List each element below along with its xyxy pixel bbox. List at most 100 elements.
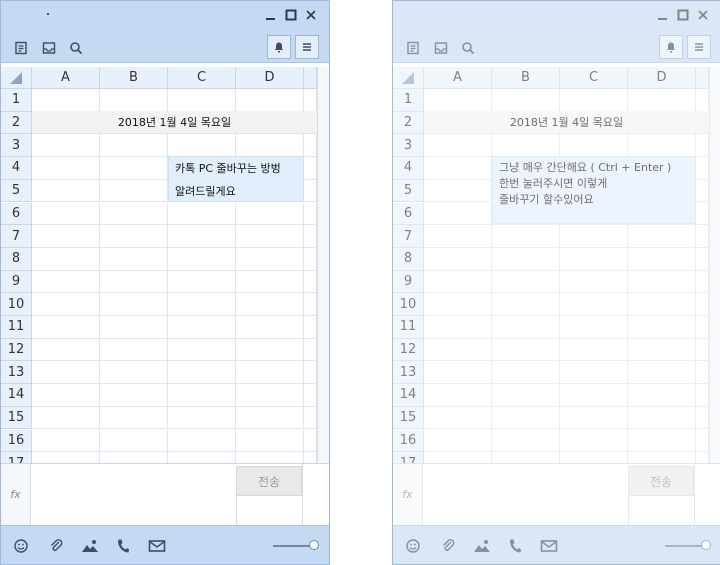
row-header[interactable]: 17 xyxy=(1,452,32,463)
grid-cell[interactable] xyxy=(100,452,168,463)
row-header[interactable]: 15 xyxy=(1,406,32,430)
grid-cell[interactable] xyxy=(628,452,696,463)
column-header-c[interactable]: C xyxy=(168,67,236,89)
grid-cell[interactable] xyxy=(236,202,304,226)
grid-cell[interactable] xyxy=(32,452,100,463)
row-header[interactable]: 12 xyxy=(393,338,424,362)
grid-cell[interactable] xyxy=(696,247,709,271)
row-header[interactable]: 14 xyxy=(1,384,32,407)
image-icon[interactable] xyxy=(472,536,492,556)
grid-cell[interactable] xyxy=(168,384,236,407)
vertical-scrollbar[interactable] xyxy=(709,67,720,463)
grid-cell[interactable] xyxy=(696,293,709,316)
grid-cell[interactable] xyxy=(696,406,709,430)
grid-cell[interactable] xyxy=(424,157,492,180)
minimize-icon[interactable] xyxy=(262,9,280,27)
grid-cell[interactable] xyxy=(560,316,628,339)
grid-cell[interactable] xyxy=(168,338,236,362)
grid-cell[interactable] xyxy=(560,89,628,112)
row-header[interactable]: 6 xyxy=(1,202,32,226)
inbox-icon[interactable] xyxy=(431,38,451,58)
grid-cell[interactable] xyxy=(236,406,304,430)
grid-cell[interactable] xyxy=(100,270,168,294)
grid-cell[interactable] xyxy=(696,134,709,158)
corner-header[interactable] xyxy=(1,67,32,89)
grid-cell[interactable] xyxy=(492,361,560,385)
grid-cell[interactable] xyxy=(560,134,628,158)
grid-cell[interactable] xyxy=(560,293,628,316)
send-button[interactable]: 전송 xyxy=(628,466,694,496)
grid-cell[interactable] xyxy=(560,406,628,430)
grid-cell[interactable] xyxy=(304,452,317,463)
grid-cell[interactable] xyxy=(100,247,168,271)
grid-cell[interactable] xyxy=(424,452,492,463)
date-cell[interactable]: 2018년 1월 4일 목요일 xyxy=(424,111,709,134)
grid-cell[interactable] xyxy=(168,247,236,271)
grid-cell[interactable] xyxy=(304,225,317,248)
grid-cell[interactable] xyxy=(236,316,304,339)
grid-cell[interactable] xyxy=(236,429,304,453)
grid-cell[interactable] xyxy=(32,225,100,248)
search-icon[interactable] xyxy=(66,38,86,58)
grid-cell[interactable] xyxy=(560,270,628,294)
minimize-icon[interactable] xyxy=(654,9,672,27)
grid-cell[interactable] xyxy=(424,293,492,316)
emoji-icon[interactable] xyxy=(403,536,423,556)
grid-cell[interactable] xyxy=(560,247,628,271)
grid-cell[interactable] xyxy=(696,338,709,362)
grid-cell[interactable] xyxy=(628,361,696,385)
grid-cell[interactable] xyxy=(100,225,168,248)
grid-cell[interactable] xyxy=(628,384,696,407)
row-header[interactable]: 11 xyxy=(1,316,32,339)
grid-cell[interactable] xyxy=(168,225,236,248)
maximize-icon[interactable] xyxy=(674,9,692,27)
row-header[interactable]: 9 xyxy=(393,270,424,294)
grid-cell[interactable] xyxy=(100,429,168,453)
grid-cell[interactable] xyxy=(628,270,696,294)
grid-cell[interactable] xyxy=(492,247,560,271)
corner-header[interactable] xyxy=(393,67,424,89)
grid-cell[interactable] xyxy=(236,225,304,248)
grid-cell[interactable] xyxy=(32,157,100,180)
grid-cell[interactable] xyxy=(32,361,100,385)
row-header[interactable]: 13 xyxy=(1,361,32,385)
row-header[interactable]: 15 xyxy=(393,406,424,430)
grid-cell[interactable] xyxy=(696,225,709,248)
menu-icon[interactable] xyxy=(295,35,319,59)
column-header-a[interactable]: A xyxy=(32,67,100,89)
close-icon[interactable] xyxy=(694,9,712,27)
notes-icon[interactable] xyxy=(403,38,423,58)
grid-cell[interactable] xyxy=(424,89,492,112)
grid-cell[interactable] xyxy=(32,316,100,339)
grid-cell[interactable] xyxy=(424,406,492,430)
grid-cell[interactable] xyxy=(304,270,317,294)
grid-cell[interactable] xyxy=(560,429,628,453)
grid-cell[interactable] xyxy=(168,293,236,316)
grid-cell[interactable] xyxy=(236,134,304,158)
send-button[interactable]: 전송 xyxy=(236,466,302,496)
date-cell[interactable]: 2018년 1월 4일 목요일 xyxy=(32,111,317,134)
grid-cell[interactable] xyxy=(236,293,304,316)
grid-cell[interactable] xyxy=(304,338,317,362)
grid-cell[interactable] xyxy=(304,406,317,430)
row-header[interactable]: 12 xyxy=(1,338,32,362)
grid-cell[interactable] xyxy=(628,406,696,430)
grid-cell[interactable] xyxy=(236,384,304,407)
grid-cell[interactable] xyxy=(424,316,492,339)
grid-cell[interactable] xyxy=(168,316,236,339)
grid-cell[interactable] xyxy=(304,384,317,407)
row-header[interactable]: 16 xyxy=(1,429,32,453)
zoom-slider[interactable] xyxy=(273,545,313,547)
grid-cell[interactable] xyxy=(696,361,709,385)
row-header[interactable]: 16 xyxy=(393,429,424,453)
row-header[interactable]: 10 xyxy=(393,293,424,316)
grid-cell[interactable] xyxy=(492,338,560,362)
row-header[interactable]: 6 xyxy=(393,202,424,226)
grid-cell[interactable] xyxy=(628,247,696,271)
grid-cell[interactable] xyxy=(100,134,168,158)
grid-cell[interactable] xyxy=(492,134,560,158)
row-header[interactable]: 11 xyxy=(393,316,424,339)
row-header[interactable]: 2 xyxy=(1,111,32,135)
grid-cell[interactable] xyxy=(696,157,709,180)
grid-cell[interactable] xyxy=(32,384,100,407)
